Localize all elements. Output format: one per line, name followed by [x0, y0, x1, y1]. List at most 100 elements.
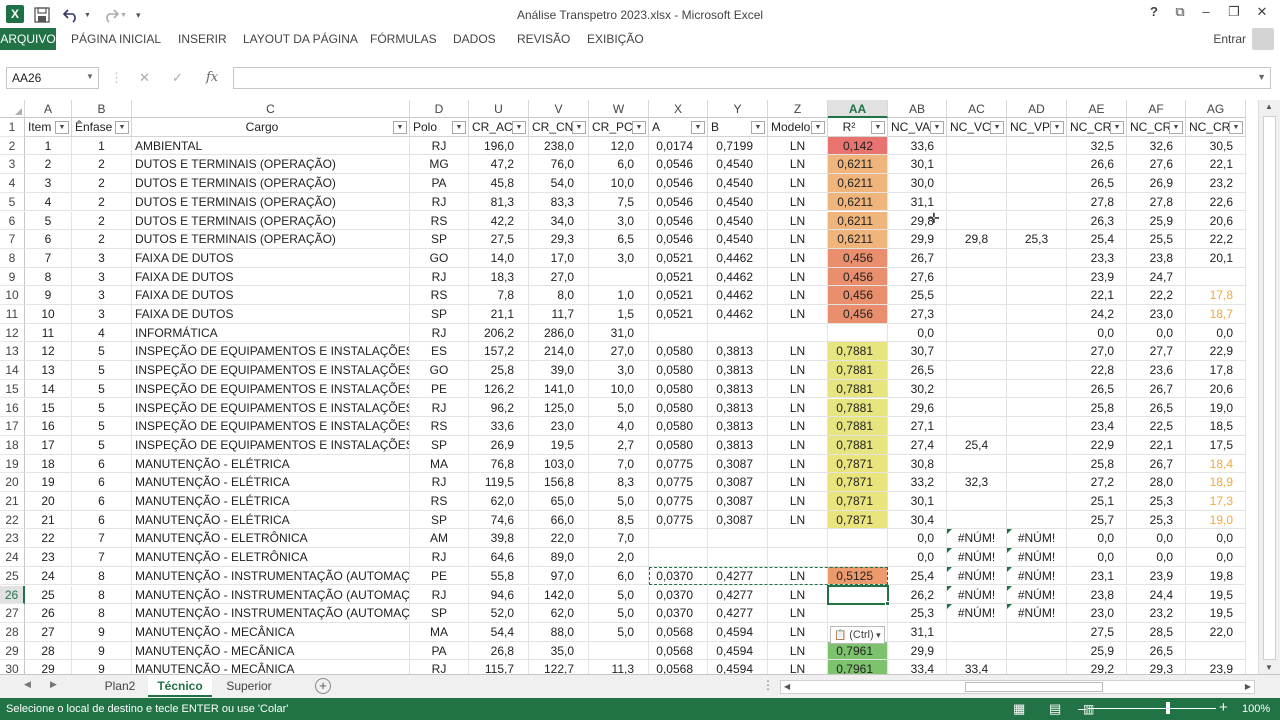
cell-ac30[interactable]: 33,4 — [947, 660, 1007, 674]
cell-ae10[interactable]: 22,1 — [1067, 286, 1127, 305]
cell-af13[interactable]: 27,7 — [1127, 342, 1186, 362]
cell-aa2[interactable]: 0,142 — [828, 136, 888, 156]
cell-w17[interactable]: 4,0 — [589, 417, 649, 436]
cell-ae27[interactable]: 23,0 — [1067, 604, 1127, 623]
cell-v5[interactable]: 83,3 — [529, 192, 589, 212]
cell-ac22[interactable] — [947, 510, 1007, 530]
close-icon[interactable]: ✕ — [1250, 4, 1274, 20]
cell-v7[interactable]: 29,3 — [529, 230, 589, 249]
cell-v27[interactable]: 62,0 — [529, 604, 589, 623]
cell-a19[interactable]: 18 — [25, 454, 72, 474]
cell-ag29[interactable] — [1186, 641, 1246, 661]
filter-dropdown-icon[interactable]: ▼ — [115, 121, 129, 134]
column-header-ac[interactable]: AC — [947, 100, 1007, 118]
cell-u12[interactable]: 206,2 — [469, 323, 529, 343]
tab-arquivo[interactable]: ARQUIVO — [0, 28, 56, 50]
cell-ae3[interactable]: 26,6 — [1067, 155, 1127, 175]
cell-v11[interactable]: 11,7 — [529, 305, 589, 324]
cell-v12[interactable]: 286,0 — [529, 323, 589, 343]
cell-v3[interactable]: 76,0 — [529, 155, 589, 175]
cell-ae18[interactable]: 22,9 — [1067, 435, 1127, 455]
cell-ac25[interactable]: #NÚM! — [947, 566, 1007, 586]
cell-ae12[interactable]: 0,0 — [1067, 323, 1127, 343]
cell-ag24[interactable]: 0,0 — [1186, 548, 1246, 567]
cell-af30[interactable]: 29,3 — [1127, 660, 1186, 674]
cell-af12[interactable]: 0,0 — [1127, 323, 1186, 343]
cell-aa6[interactable]: 0,6211 — [828, 211, 888, 231]
cell-ad26[interactable]: #NÚM! — [1007, 585, 1067, 605]
cell-x20[interactable]: 0,0775 — [649, 473, 708, 492]
cell-a14[interactable]: 13 — [25, 361, 72, 380]
cell-u4[interactable]: 45,8 — [469, 174, 529, 193]
cell-b20[interactable]: 6 — [72, 473, 132, 492]
zoom-in-icon[interactable]: + — [1219, 699, 1228, 716]
cell-ad25[interactable]: #NÚM! — [1007, 566, 1067, 586]
cell-a21[interactable]: 20 — [25, 492, 72, 511]
cell-af4[interactable]: 26,9 — [1127, 174, 1186, 193]
cell-af28[interactable]: 28,5 — [1127, 622, 1186, 642]
row-header-14[interactable]: 14 — [0, 361, 25, 380]
cell-c25[interactable]: MANUTENÇÃO - INSTRUMENTAÇÃO (AUTOMAÇÃO) — [132, 566, 410, 586]
cell-y6[interactable]: 0,4540 — [708, 211, 768, 231]
cell-a16[interactable]: 15 — [25, 398, 72, 418]
cell-b10[interactable]: 3 — [72, 286, 132, 305]
tab-exibicao[interactable]: EXIBIÇÃO — [587, 28, 644, 50]
cell-c11[interactable]: FAIXA DE DUTOS — [132, 305, 410, 324]
cell-ag20[interactable]: 18,9 — [1186, 473, 1246, 492]
cell-w29[interactable] — [589, 641, 649, 661]
cell-w5[interactable]: 7,5 — [589, 192, 649, 212]
cell-a8[interactable]: 7 — [25, 248, 72, 268]
cell-y22[interactable]: 0,3087 — [708, 510, 768, 530]
cell-c22[interactable]: MANUTENÇÃO - ELÉTRICA — [132, 510, 410, 530]
cell-u16[interactable]: 96,2 — [469, 398, 529, 418]
cell-ad9[interactable] — [1007, 267, 1067, 287]
cell-u2[interactable]: 196,0 — [469, 136, 529, 156]
cell-ac12[interactable] — [947, 323, 1007, 343]
error-indicator-icon[interactable] — [1007, 604, 1012, 610]
cell-c4[interactable]: DUTOS E TERMINAIS (OPERAÇÃO) — [132, 174, 410, 193]
cell-b6[interactable]: 2 — [72, 211, 132, 231]
cell-ad29[interactable] — [1007, 641, 1067, 661]
cell-ab26[interactable]: 26,2 — [888, 585, 947, 605]
cell-w13[interactable]: 27,0 — [589, 342, 649, 362]
cell-a30[interactable]: 29 — [25, 660, 72, 674]
cell-b16[interactable]: 5 — [72, 398, 132, 418]
cell-ab20[interactable]: 33,2 — [888, 473, 947, 492]
cell-ad11[interactable] — [1007, 305, 1067, 324]
cell-ab17[interactable]: 27,1 — [888, 417, 947, 436]
cell-ae25[interactable]: 23,1 — [1067, 566, 1127, 586]
cell-ae6[interactable]: 26,3 — [1067, 211, 1127, 231]
cell-ag25[interactable]: 19,8 — [1186, 566, 1246, 586]
cell-u17[interactable]: 33,6 — [469, 417, 529, 436]
row-header-10[interactable]: 10 — [0, 286, 25, 305]
cell-b2[interactable]: 1 — [72, 136, 132, 156]
cell-ag12[interactable]: 0,0 — [1186, 323, 1246, 343]
cell-c10[interactable]: FAIXA DE DUTOS — [132, 286, 410, 305]
cell-ad10[interactable] — [1007, 286, 1067, 305]
cell-c21[interactable]: MANUTENÇÃO - ELÉTRICA — [132, 492, 410, 511]
cell-w20[interactable]: 8,3 — [589, 473, 649, 492]
cell-ag10[interactable]: 17,8 — [1186, 286, 1246, 305]
scroll-up-icon[interactable]: ▲ — [1265, 102, 1273, 111]
row-header-12[interactable]: 12 — [0, 323, 25, 343]
cell-z17[interactable]: LN — [768, 417, 828, 436]
cell-a24[interactable]: 23 — [25, 548, 72, 567]
cell-ac3[interactable] — [947, 155, 1007, 175]
cell-z27[interactable]: LN — [768, 604, 828, 623]
cell-ag9[interactable] — [1186, 267, 1246, 287]
cell-z15[interactable]: LN — [768, 379, 828, 399]
filter-dropdown-icon[interactable]: ▼ — [512, 121, 526, 134]
cell-z29[interactable]: LN — [768, 641, 828, 661]
cell-w28[interactable]: 5,0 — [589, 622, 649, 642]
cell-ac15[interactable] — [947, 379, 1007, 399]
cell-x17[interactable]: 0,0580 — [649, 417, 708, 436]
sign-in-link[interactable]: Entrar — [1213, 32, 1246, 46]
cell-z16[interactable]: LN — [768, 398, 828, 418]
error-indicator-icon[interactable] — [947, 529, 952, 535]
cell-c14[interactable]: INSPEÇÃO DE EQUIPAMENTOS E INSTALAÇÕES — [132, 361, 410, 380]
column-header-w[interactable]: W — [589, 100, 649, 118]
cell-af22[interactable]: 25,3 — [1127, 510, 1186, 530]
insert-function-icon[interactable]: fx — [206, 70, 218, 85]
cell-d15[interactable]: PE — [410, 379, 469, 399]
cell-u18[interactable]: 26,9 — [469, 435, 529, 455]
